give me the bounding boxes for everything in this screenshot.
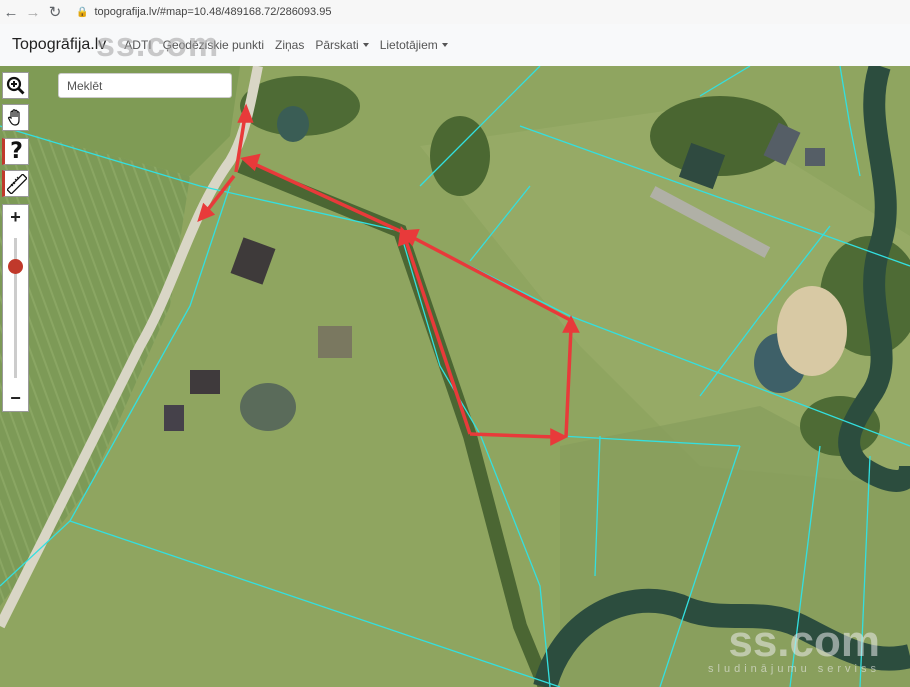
back-button[interactable]: ← [0, 1, 22, 23]
map-view[interactable]: ss.com sludinājumu serviss ? + − [0, 66, 910, 687]
forward-button[interactable]: → [22, 1, 44, 23]
zoom-in-tool-button[interactable] [2, 72, 29, 99]
site-navbar: Topogrāfija.lv ADTI Ģeodēziskie punkti Z… [0, 24, 910, 67]
pond-1 [277, 106, 309, 142]
pan-tool-button[interactable] [2, 104, 29, 131]
menu-geodetic-points[interactable]: Ģeodēziskie punkti [163, 38, 264, 52]
browser-toolbar: ← → ↻ 🔒 topografija.lv/#map=10.48/489168… [0, 0, 910, 25]
menu-reports-label: Pārskati [315, 38, 359, 52]
measure-tool-button[interactable] [2, 170, 29, 197]
menu-users-dropdown[interactable]: Lietotājiem [380, 38, 448, 52]
arrow-right-icon: → [25, 3, 41, 21]
help-tool-button[interactable]: ? [2, 138, 29, 165]
menu-news[interactable]: Ziņas [275, 38, 304, 52]
aerial-map[interactable] [0, 66, 910, 687]
building-5 [805, 148, 825, 166]
tree-cluster-2 [430, 116, 490, 196]
zoom-in-button[interactable]: + [3, 207, 28, 228]
yard-1 [318, 326, 352, 358]
caret-down-icon [441, 43, 448, 47]
building-2 [190, 370, 220, 394]
lock-icon: 🔒 [76, 6, 89, 18]
url-text: topografija.lv/#map=10.48/489168.72/2860… [94, 6, 332, 18]
zoom-control: + − [2, 204, 29, 412]
hand-pan-icon [7, 109, 20, 126]
reload-button[interactable]: ↻ [44, 1, 66, 23]
menu-users-label: Lietotājiem [379, 38, 438, 52]
zoom-in-icon [6, 76, 25, 95]
pond-2 [240, 383, 296, 431]
zoom-slider-thumb[interactable] [8, 259, 23, 274]
address-bar[interactable]: 🔒 topografija.lv/#map=10.48/489168.72/28… [72, 2, 331, 22]
caret-down-icon [362, 43, 369, 47]
search-input[interactable] [58, 73, 232, 98]
menu-adti[interactable]: ADTI [124, 38, 151, 52]
site-brand[interactable]: Topogrāfija.lv [12, 36, 106, 54]
building-3 [164, 405, 184, 431]
arrow-left-icon: ← [3, 3, 19, 21]
menu-reports-dropdown[interactable]: Pārskati [315, 38, 369, 52]
zoom-out-button[interactable]: − [3, 388, 28, 409]
help-icon: ? [10, 138, 23, 164]
sand-pit [777, 286, 847, 376]
ruler-icon [6, 173, 27, 194]
reload-icon: ↻ [48, 4, 62, 21]
